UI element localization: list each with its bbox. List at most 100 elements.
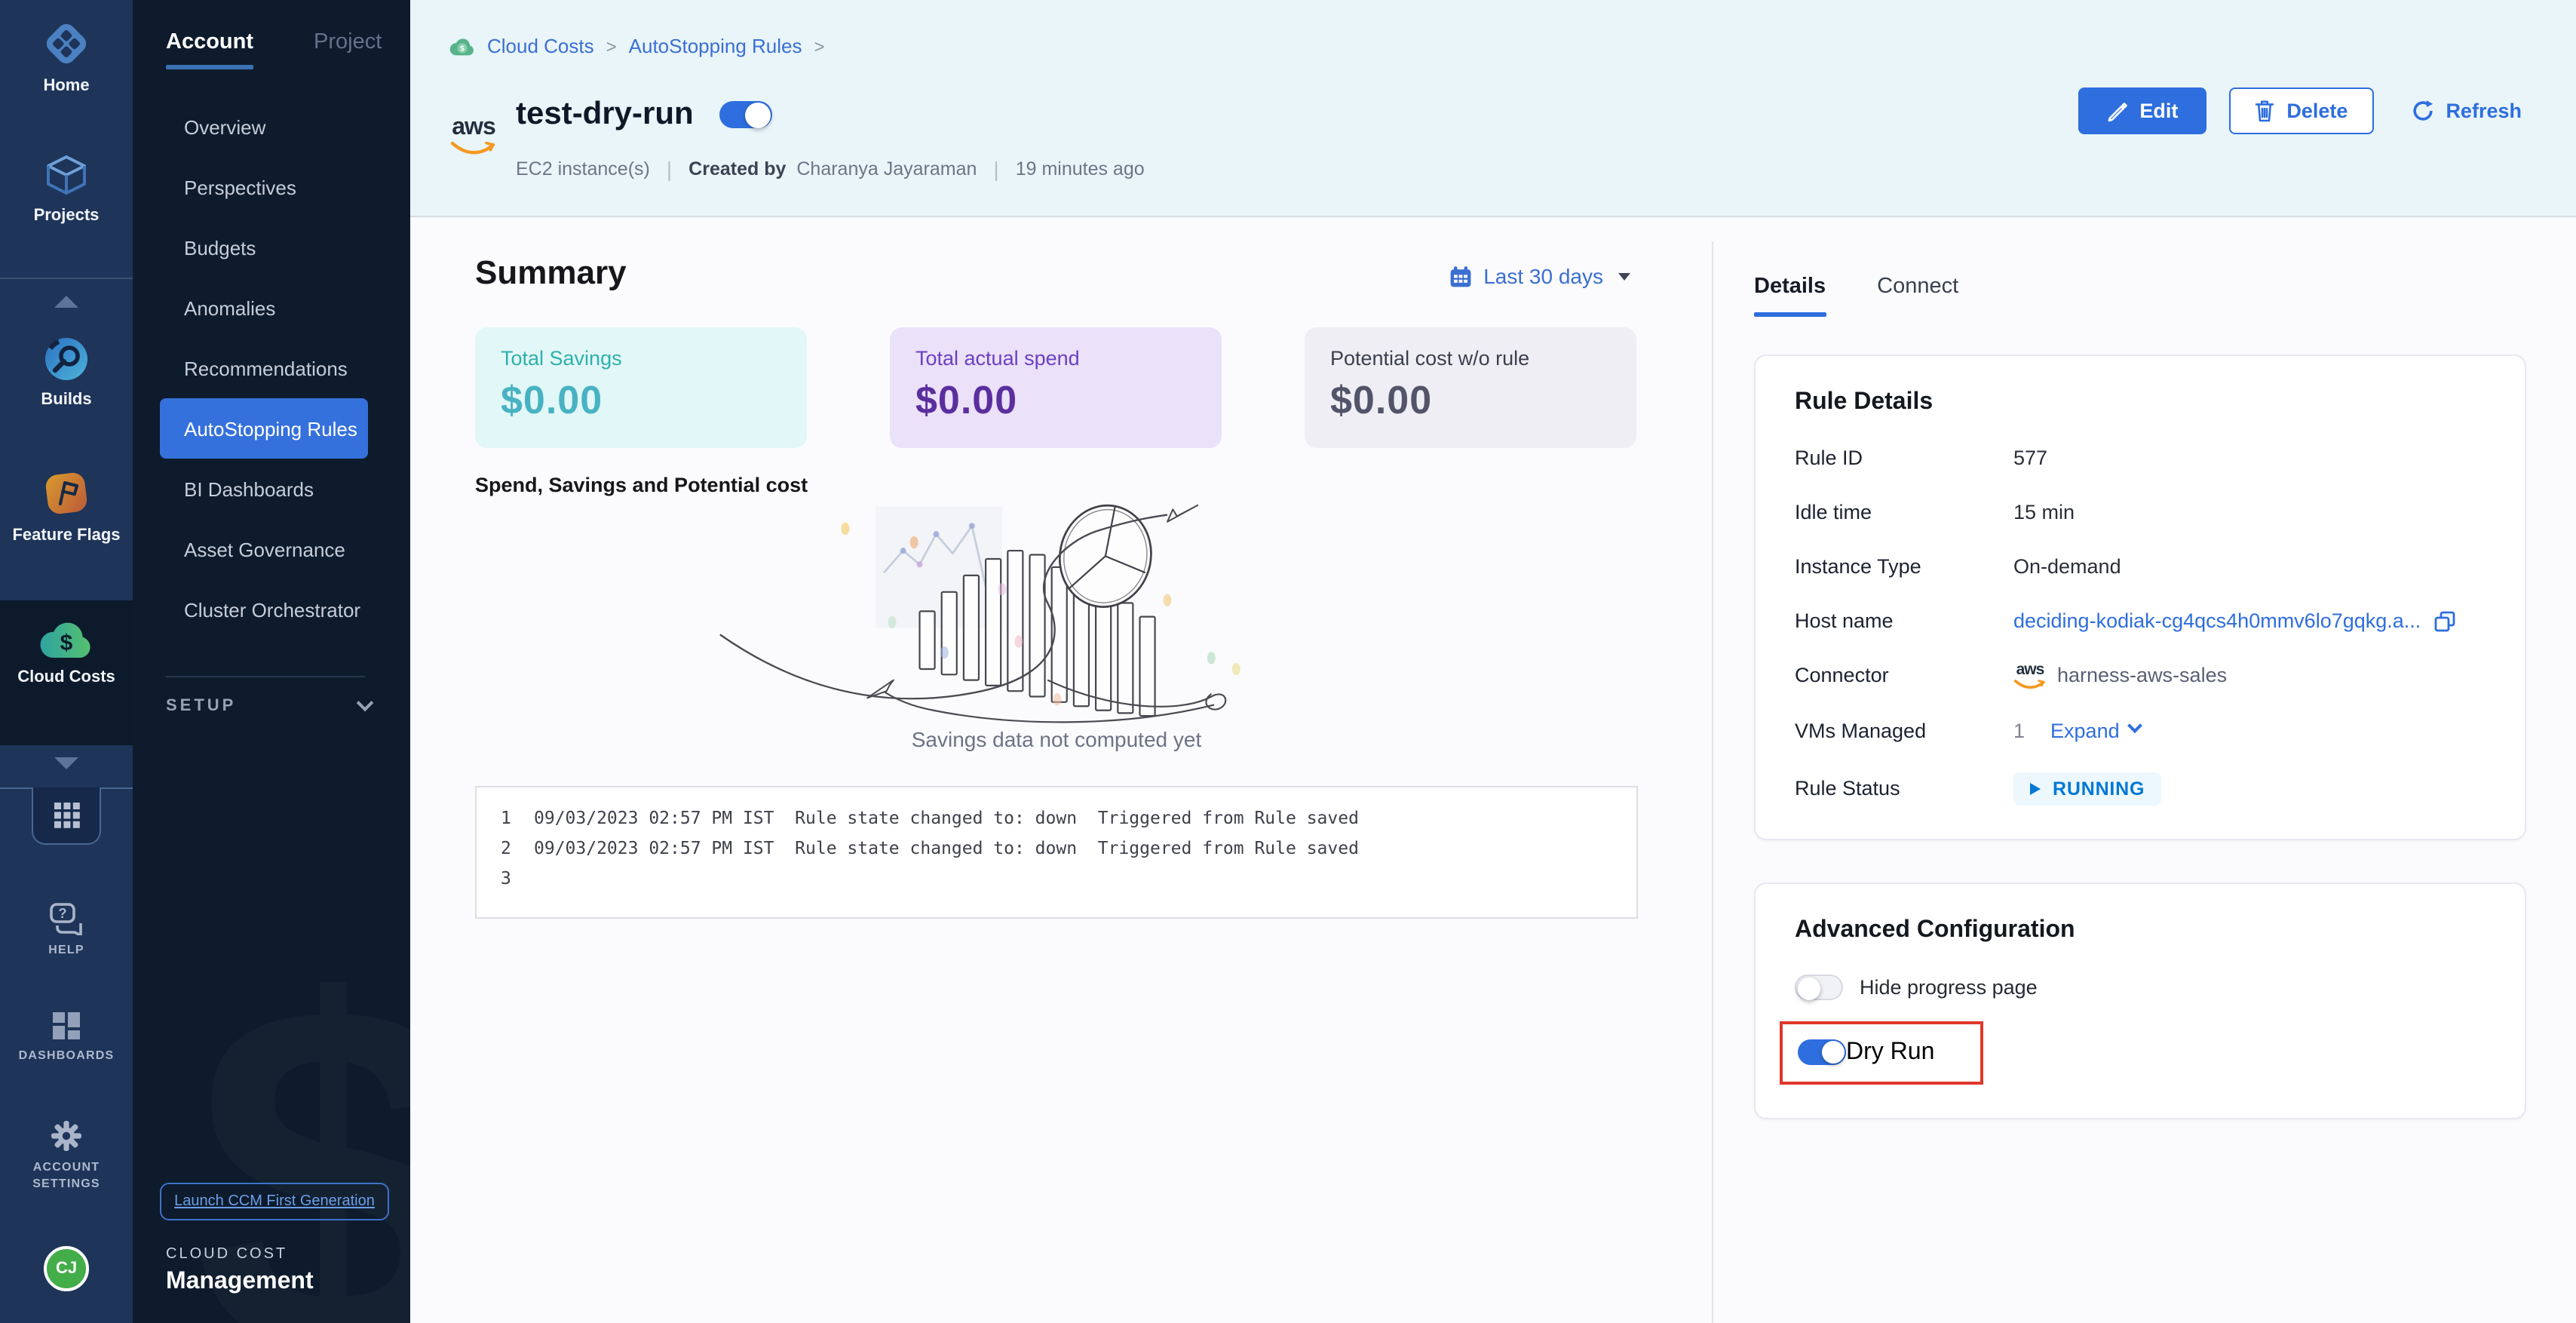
breadcrumb-cloud-costs[interactable]: Cloud Costs <box>487 35 594 57</box>
row-label: Instance Type <box>1795 555 2013 578</box>
tab-details[interactable]: Details <box>1754 275 1826 317</box>
sidebar-item-perspectives[interactable]: Perspectives <box>133 157 410 217</box>
host-name-link[interactable]: deciding-kodiak-cg4qcs4h0mmv6lo7gqkg.a..… <box>2013 609 2421 632</box>
dry-run-label: Dry Run <box>1846 1039 1934 1066</box>
header-actions: Edit Delete Refresh <box>2078 87 2525 134</box>
active-tab-underline <box>1754 312 1826 317</box>
chevron-down-icon <box>2128 718 2143 733</box>
rule-details-card: Rule Details Rule ID 577 Idle time 15 mi… <box>1754 355 2526 840</box>
sidebar-item-budgets[interactable]: Budgets <box>133 217 410 278</box>
summary-section: Summary Last 30 days Total Savings <box>410 217 1712 1323</box>
log-line: 109/03/2023 02:57 PM IST Rule state chan… <box>501 803 1612 833</box>
rail-item-builds[interactable]: Builds <box>0 335 133 409</box>
sidebar-item-recommendations[interactable]: Recommendations <box>133 338 410 398</box>
page-title: test-dry-run <box>516 97 694 133</box>
date-range-dropdown[interactable]: Last 30 days <box>1449 264 1630 288</box>
rule-enabled-toggle[interactable] <box>719 101 772 128</box>
rail-scroll-up[interactable] <box>0 296 133 308</box>
rail-item-account-settings[interactable]: ACCOUNT SETTINGS <box>0 1119 133 1193</box>
aws-logo-icon: aws <box>449 116 498 155</box>
sidebar-item-asset-governance[interactable]: Asset Governance <box>133 519 410 579</box>
tab-account[interactable]: Account <box>166 30 253 69</box>
card-label: Total actual spend <box>915 347 1196 370</box>
projects-icon <box>42 151 90 199</box>
gear-icon <box>50 1119 83 1153</box>
rail-item-home[interactable]: Home <box>0 18 133 95</box>
hide-progress-toggle[interactable] <box>1795 974 1843 999</box>
dry-run-toggle[interactable] <box>1798 1039 1846 1065</box>
dollar-watermark: $ <box>194 931 410 1323</box>
sidebar-item-anomalies[interactable]: Anomalies <box>133 278 410 338</box>
delete-button[interactable]: Delete <box>2229 87 2373 134</box>
calendar-icon <box>1449 265 1471 287</box>
svg-text:$: $ <box>460 45 465 53</box>
created-by-label: Created by <box>688 158 786 180</box>
module-switcher-button[interactable] <box>32 787 101 845</box>
sidebar-item-overview[interactable]: Overview <box>133 97 410 157</box>
expand-label: Expand <box>2050 719 2120 741</box>
feature-flags-icon <box>41 468 92 519</box>
empty-chart-caption: Savings data not computed yet <box>475 727 1638 751</box>
empty-chart-illustration <box>475 504 1638 732</box>
rail-item-dashboards[interactable]: DASHBOARDS <box>0 1011 133 1065</box>
rule-age: 19 minutes ago <box>1016 158 1145 180</box>
dashboards-icon <box>51 1011 81 1041</box>
row-value: 15 min <box>2013 501 2075 523</box>
rail-label: Feature Flags <box>12 526 120 545</box>
total-actual-spend-card: Total actual spend $0.00 <box>890 327 1222 448</box>
sidebar-divider <box>166 676 365 677</box>
cloud-costs-breadcrumb-icon: $ <box>449 35 475 57</box>
breadcrumb-autostopping-rules[interactable]: AutoStopping Rules <box>629 35 802 57</box>
log-line-text: 09/03/2023 02:57 PM IST Rule state chang… <box>534 833 1359 863</box>
copy-icon[interactable] <box>2434 610 2455 631</box>
log-line-text: 09/03/2023 02:57 PM IST Rule state chang… <box>534 803 1359 833</box>
rail-item-feature-flags[interactable]: Feature Flags <box>0 468 133 545</box>
summary-cards: Total Savings $0.00 Total actual spend $… <box>475 327 1636 448</box>
rail-scroll-down[interactable] <box>0 757 133 769</box>
refresh-button[interactable]: Refresh <box>2408 89 2525 133</box>
avatar[interactable]: CJ <box>44 1246 89 1291</box>
status-text: RUNNING <box>2053 778 2145 799</box>
rule-status-row: Rule Status RUNNING <box>1795 772 2486 805</box>
sidebar-item-autostopping-rules[interactable]: AutoStopping Rules <box>160 398 368 459</box>
refresh-label: Refresh <box>2446 100 2522 122</box>
edit-button[interactable]: Edit <box>2078 87 2206 134</box>
setup-section-toggle[interactable]: SETUP <box>166 697 371 715</box>
builds-icon <box>42 335 90 383</box>
launch-ccm-first-gen-button[interactable]: Launch CCM First Generation <box>160 1182 389 1220</box>
row-label: Idle time <box>1795 501 2013 523</box>
rule-id-row: Rule ID 577 <box>1795 445 2486 471</box>
edit-label: Edit <box>2139 100 2178 122</box>
card-value: $0.00 <box>915 377 1196 424</box>
rail-item-projects[interactable]: Projects <box>0 151 133 225</box>
total-savings-card: Total Savings $0.00 <box>475 327 807 448</box>
tab-project[interactable]: Project <box>314 30 382 69</box>
sidebar-item-cluster-orchestrator[interactable]: Cluster Orchestrator <box>133 579 410 640</box>
divider: | <box>667 157 672 181</box>
tab-connect[interactable]: Connect <box>1877 275 1958 317</box>
expand-vms-link[interactable]: Expand <box>2050 719 2141 741</box>
user-avatar-wrap[interactable]: CJ <box>0 1246 133 1291</box>
refresh-icon <box>2411 100 2433 122</box>
rail-item-help[interactable]: ? HELP <box>0 902 133 959</box>
breadcrumb-separator: > <box>814 35 825 57</box>
advanced-configuration-heading: Advanced Configuration <box>1795 916 2486 944</box>
rail-label: ACCOUNT SETTINGS <box>14 1160 119 1193</box>
cloud-costs-sidebar: $ Account Project Overview Perspectives … <box>133 0 410 1323</box>
log-line-number: 1 <box>501 803 534 833</box>
title-row: test-dry-run <box>516 97 772 133</box>
rail-item-cloud-costs[interactable]: $ Cloud Costs <box>0 600 133 745</box>
log-line: 209/03/2023 02:57 PM IST Rule state chan… <box>501 833 1612 863</box>
row-value: 577 <box>2013 447 2047 469</box>
rule-activity-log[interactable]: 109/03/2023 02:57 PM IST Rule state chan… <box>475 786 1638 919</box>
host-name-row: Host name deciding-kodiak-cg4qcs4h0mmv6l… <box>1795 608 2486 634</box>
page-header: $ Cloud Costs > AutoStopping Rules > aws… <box>410 0 2576 217</box>
harness-home-icon <box>41 18 92 69</box>
sidebar-item-bi-dashboards[interactable]: BI Dashboards <box>133 459 410 519</box>
page-content: $ Cloud Costs > AutoStopping Rules > aws… <box>410 0 2576 1323</box>
caret-down-icon <box>1618 272 1630 280</box>
row-label: VMs Managed <box>1795 719 2013 741</box>
sidebar-menu: Overview Perspectives Budgets Anomalies … <box>133 97 410 640</box>
date-range-label: Last 30 days <box>1483 264 1603 288</box>
advanced-configuration-card: Advanced Configuration Hide progress pag… <box>1754 882 2526 1119</box>
